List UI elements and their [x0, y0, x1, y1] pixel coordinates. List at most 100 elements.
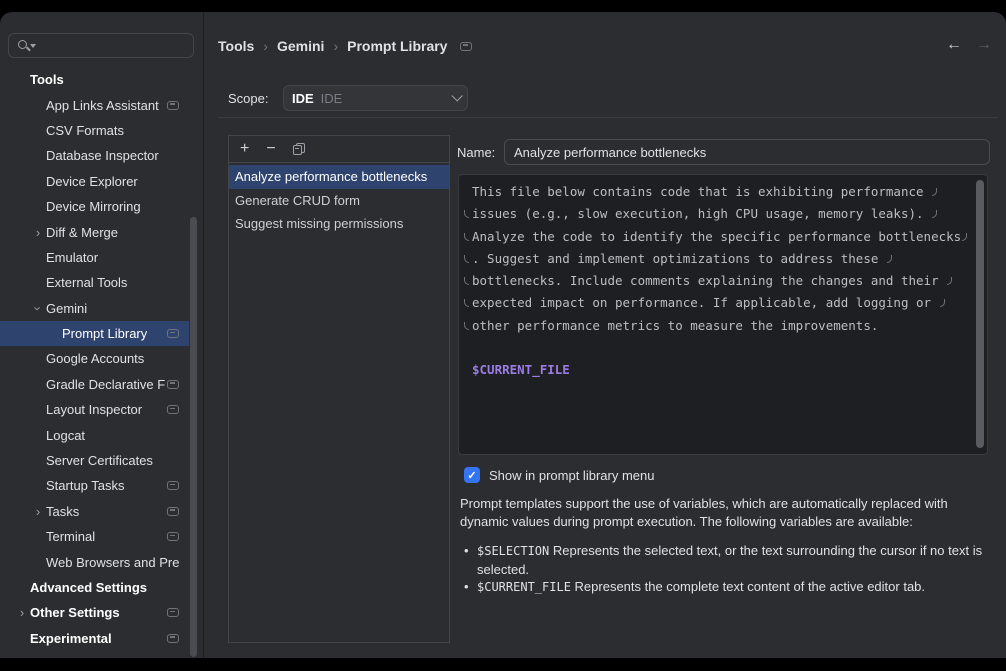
- soft-wrap-start-icon: [464, 277, 469, 285]
- prompt-item-suggest-missing-permissions[interactable]: Suggest missing permissions: [229, 212, 449, 236]
- editor-line: Analyze the code to identify the specifi…: [463, 226, 969, 248]
- back-arrow-icon[interactable]: ←: [946, 36, 962, 54]
- remove-prompt-button[interactable]: −: [266, 141, 275, 157]
- breadcrumb-tools[interactable]: Tools: [218, 38, 254, 54]
- soft-wrap-end-icon: [947, 277, 952, 285]
- settings-tree: Tools App Links Assistant CSV Formats Da…: [0, 67, 189, 651]
- sidebar-item-logcat[interactable]: Logcat: [0, 422, 189, 447]
- ide-setting-icon: [167, 608, 179, 617]
- sidebar-item-device-mirroring[interactable]: Device Mirroring: [0, 194, 189, 219]
- scope-label: Scope:: [228, 91, 283, 106]
- chevron-icon[interactable]: ›: [30, 505, 46, 518]
- settings-sidebar: Tools App Links Assistant CSV Formats Da…: [0, 12, 204, 658]
- sidebar-item-experimental[interactable]: Experimental: [0, 626, 189, 651]
- settings-search-input[interactable]: [8, 33, 194, 58]
- settings-dialog: Tools App Links Assistant CSV Formats Da…: [0, 12, 1006, 658]
- editor-line: . Suggest and implement optimizations to…: [463, 248, 969, 270]
- ide-setting-icon: [460, 42, 472, 51]
- sidebar-item-terminal[interactable]: Terminal: [0, 524, 189, 549]
- editor-line: bottlenecks. Include comments explaining…: [463, 270, 969, 292]
- forward-arrow-icon: →: [976, 36, 992, 54]
- chevron-icon[interactable]: ›: [14, 606, 30, 619]
- ide-setting-icon: [167, 481, 179, 490]
- editor-scrollbar[interactable]: [976, 180, 984, 448]
- sidebar-item-csv-formats[interactable]: CSV Formats: [0, 118, 189, 143]
- sidebar-item-emulator[interactable]: Emulator: [0, 245, 189, 270]
- ide-setting-icon: [167, 507, 179, 516]
- editor-line: [463, 337, 969, 359]
- sidebar-item-prompt-library[interactable]: Prompt Library: [0, 321, 189, 346]
- sidebar-item-web-browsers-and-pre[interactable]: Web Browsers and Pre: [0, 549, 189, 574]
- sidebar-item-google-accounts[interactable]: Google Accounts: [0, 346, 189, 371]
- chevron-icon[interactable]: ›: [30, 226, 46, 239]
- variable-name: $CURRENT_FILE: [477, 580, 571, 594]
- soft-wrap-start-icon: [464, 210, 469, 218]
- editor-line-variable: $CURRENT_FILE: [463, 359, 969, 381]
- soft-wrap-start-icon: [464, 322, 469, 330]
- ide-setting-icon: [167, 532, 179, 541]
- show-in-menu-label: Show in prompt library menu: [489, 468, 654, 483]
- prompt-list-toolbar: + −: [229, 136, 449, 163]
- add-prompt-button[interactable]: +: [240, 141, 249, 157]
- sidebar-item-database-inspector[interactable]: Database Inspector: [0, 143, 189, 168]
- breadcrumb-prompt-library: Prompt Library: [347, 38, 447, 54]
- prompt-item-analyze-performance-bottlenecks[interactable]: Analyze performance bottlenecks: [229, 165, 449, 189]
- sidebar-scrollbar[interactable]: [190, 217, 197, 657]
- prompt-name-input[interactable]: [504, 139, 990, 165]
- ide-setting-icon: [167, 380, 179, 389]
- sidebar-item-startup-tasks[interactable]: Startup Tasks: [0, 473, 189, 498]
- soft-wrap-end-icon: [940, 299, 945, 307]
- variable-name: $SELECTION: [477, 544, 549, 558]
- sidebar-item-app-links-assistant[interactable]: App Links Assistant: [0, 92, 189, 117]
- editor-line: expected impact on performance. If appli…: [463, 292, 969, 314]
- name-label: Name:: [457, 145, 504, 160]
- breadcrumb: Tools › Gemini › Prompt Library: [218, 38, 472, 54]
- sidebar-item-gemini[interactable]: › Gemini: [0, 296, 189, 321]
- prompt-text-editor[interactable]: This file below contains code that is ex…: [458, 174, 988, 455]
- soft-wrap-end-icon: [932, 188, 937, 196]
- sidebar-item-gradle-declarative-f[interactable]: Gradle Declarative F: [0, 372, 189, 397]
- breadcrumb-gemini[interactable]: Gemini: [277, 38, 324, 54]
- chevron-down-icon: [451, 90, 462, 101]
- sidebar-item-diff-merge[interactable]: › Diff & Merge: [0, 219, 189, 244]
- prompt-list: Analyze performance bottlenecksGenerate …: [229, 163, 449, 236]
- ide-setting-icon: [167, 101, 179, 110]
- breadcrumb-separator-icon: ›: [333, 38, 338, 54]
- editor-line: other performance metrics to measure the…: [463, 315, 969, 337]
- soft-wrap-start-icon: [464, 299, 469, 307]
- sidebar-item-device-explorer[interactable]: Device Explorer: [0, 169, 189, 194]
- sidebar-item-external-tools[interactable]: External Tools: [0, 270, 189, 295]
- variable-entry-selection: $SELECTION Represents the selected text,…: [464, 542, 998, 578]
- sidebar-item-tasks[interactable]: › Tasks: [0, 499, 189, 524]
- editor-line: issues (e.g., slow execution, high CPU u…: [463, 203, 969, 225]
- variable-entry-current-file: $CURRENT_FILE Represents the complete te…: [464, 578, 998, 597]
- ide-setting-icon: [167, 405, 179, 414]
- section-divider: [218, 117, 998, 118]
- sidebar-item-advanced-settings[interactable]: Advanced Settings: [0, 575, 189, 600]
- search-icon: [17, 38, 33, 54]
- sidebar-item-other-settings[interactable]: › Other Settings: [0, 600, 189, 625]
- prompt-list-panel: + − Analyze performance bottlenecksGener…: [228, 135, 450, 643]
- soft-wrap-end-icon: [932, 210, 937, 218]
- editor-line: This file below contains code that is ex…: [463, 181, 969, 203]
- breadcrumb-separator-icon: ›: [263, 38, 268, 54]
- sidebar-item-server-certificates[interactable]: Server Certificates: [0, 448, 189, 473]
- soft-wrap-start-icon: [464, 233, 469, 241]
- sidebar-item-layout-inspector[interactable]: Layout Inspector: [0, 397, 189, 422]
- scope-value-hint: IDE: [321, 91, 343, 106]
- chevron-icon[interactable]: ›: [32, 300, 45, 316]
- variables-list: $SELECTION Represents the selected text,…: [464, 542, 998, 597]
- sidebar-item-tools[interactable]: Tools: [0, 67, 189, 92]
- soft-wrap-end-icon: [962, 233, 967, 241]
- show-in-menu-option[interactable]: ✓ Show in prompt library menu: [464, 464, 654, 486]
- variables-help-text: Prompt templates support the use of vari…: [460, 495, 994, 530]
- ide-setting-icon: [167, 329, 179, 338]
- scope-dropdown[interactable]: IDE IDE: [283, 85, 468, 111]
- scope-value: IDE: [292, 91, 314, 106]
- ide-setting-icon: [167, 634, 179, 643]
- soft-wrap-end-icon: [887, 255, 892, 263]
- checkbox-checked-icon[interactable]: ✓: [464, 467, 480, 483]
- settings-content: Tools › Gemini › Prompt Library ← → Scop…: [204, 12, 1006, 658]
- duplicate-prompt-button[interactable]: [293, 143, 306, 156]
- prompt-item-generate-crud-form[interactable]: Generate CRUD form: [229, 189, 449, 213]
